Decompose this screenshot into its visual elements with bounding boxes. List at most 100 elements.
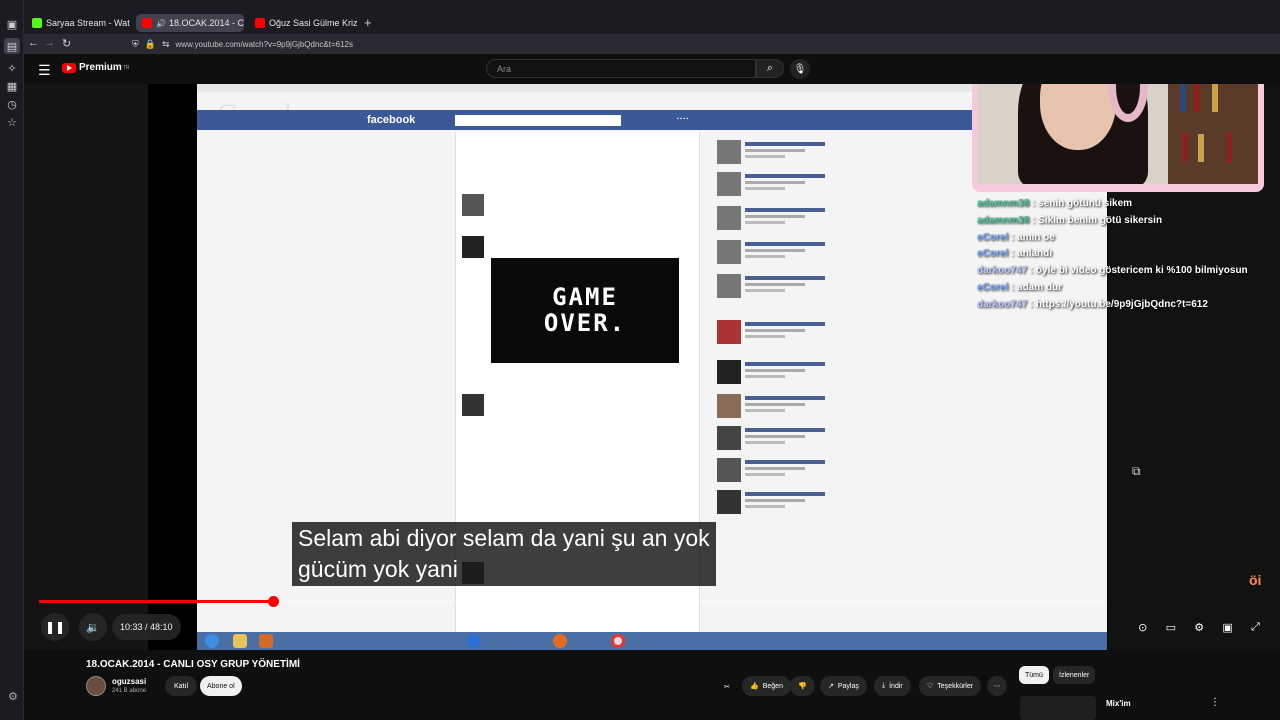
voice-search-button[interactable]: 🎙 bbox=[790, 59, 810, 79]
placeholder-line bbox=[745, 187, 785, 190]
progress-scrubber[interactable] bbox=[267, 596, 279, 607]
speaker-icon[interactable]: 🔊 bbox=[156, 19, 166, 28]
chat-message: eCorel : amın oe bbox=[977, 231, 1055, 243]
placeholder-line bbox=[745, 499, 805, 502]
permissions-icon[interactable]: ⇆ bbox=[162, 39, 170, 50]
recorded-windows-taskbar bbox=[197, 632, 1107, 650]
youtube-logo[interactable]: Premium TR bbox=[62, 62, 129, 73]
thanks-button[interactable]: ♡ Teşekkürler bbox=[919, 676, 982, 696]
group-thumbnail bbox=[717, 206, 741, 230]
game-over-image: GAME OVER. bbox=[491, 258, 679, 363]
tab-youtube-active[interactable]: 🔊 18.OCAK.2014 - CANLI OSY ✕ bbox=[136, 14, 244, 32]
theater-mode-icon[interactable]: ▣ bbox=[1222, 621, 1232, 634]
player-right-controls: ⊙ ▭ ⚙ ▣ ⤢ bbox=[1129, 614, 1269, 640]
recommended-thumbnail[interactable] bbox=[1020, 696, 1096, 720]
chat-message: darkoo747 : öyle bi video göstericem ki … bbox=[977, 265, 1248, 277]
channel-name[interactable]: oguzsasi bbox=[112, 677, 146, 686]
placeholder-line bbox=[745, 403, 805, 406]
placeholder-line bbox=[745, 505, 785, 508]
menu-icon[interactable]: ☰ bbox=[38, 62, 51, 79]
chat-username: darkoo747 bbox=[977, 298, 1028, 310]
recommended-more-icon[interactable]: ⋮ bbox=[1210, 697, 1220, 708]
dislike-button[interactable]: 👎 bbox=[790, 676, 815, 696]
progress-bar[interactable] bbox=[39, 596, 1107, 607]
chip-all[interactable]: Tümü bbox=[1019, 666, 1049, 684]
url-bar[interactable]: ⛨ 🔒 ⇆ www.youtube.com/watch?v=9p9jGjbQdn… bbox=[132, 36, 962, 52]
placeholder-line bbox=[745, 242, 825, 246]
game-over-line2: OVER. bbox=[543, 308, 627, 337]
placeholder-line bbox=[745, 441, 785, 444]
back-icon[interactable]: ← bbox=[28, 37, 39, 49]
video-player[interactable]: Google facebook ▪ ▪ ▪ ▪ GAMEOVER. bbox=[24, 84, 1280, 650]
post-avatar bbox=[462, 394, 484, 416]
chat-message: adamnm38 : senin götünü sikem bbox=[977, 198, 1133, 209]
lock-icon[interactable]: 🔒 bbox=[145, 39, 156, 50]
friend-thumbnail bbox=[717, 394, 741, 418]
caption-line-2: gücüm yok yani bbox=[298, 556, 458, 582]
placeholder-line bbox=[1182, 132, 1188, 162]
group-suggestion bbox=[717, 172, 835, 198]
fullscreen-icon[interactable]: ⤢ bbox=[1251, 621, 1260, 634]
search-input[interactable]: Ara bbox=[486, 59, 756, 78]
placeholder-line bbox=[745, 335, 785, 338]
placeholder-line bbox=[745, 467, 805, 470]
clip-icon: ✂ bbox=[724, 684, 730, 691]
settings-gear-icon[interactable]: ⚙ bbox=[1194, 621, 1204, 634]
chat-username: eCorel bbox=[977, 231, 1009, 243]
tab-kick-stream[interactable]: Saryaa Stream - Watch Live on ✕ bbox=[26, 14, 130, 32]
star-icon[interactable]: ☆ bbox=[4, 114, 20, 130]
join-button[interactable]: Katıl bbox=[165, 676, 198, 696]
download-icon: ⤓ bbox=[882, 682, 886, 689]
bookmarks-icon[interactable]: ▦ bbox=[4, 78, 20, 94]
tab-title: 18.OCAK.2014 - CANLI OSY bbox=[168, 18, 244, 28]
channel-avatar[interactable] bbox=[86, 676, 106, 696]
download-button[interactable]: ⤓ İndir bbox=[874, 676, 911, 696]
tab-youtube-other[interactable]: Oğuz Sasi Gülme Krizine Girdi - ✕ bbox=[249, 14, 357, 32]
history-icon[interactable]: ◷ bbox=[4, 96, 20, 112]
folder-icon bbox=[233, 634, 247, 648]
more-actions-button[interactable]: ⋯ bbox=[987, 676, 1007, 696]
share-icon: ↗ bbox=[828, 683, 834, 690]
youtube-header: ☰ Premium TR Ara ⌕ 🎙 bbox=[24, 54, 1280, 84]
sidebar-toggle-icon[interactable]: ▤ bbox=[4, 38, 20, 54]
youtube-favicon-icon bbox=[142, 18, 152, 28]
picture-in-picture-icon[interactable]: ⧉ bbox=[1132, 464, 1141, 479]
share-button[interactable]: ↗ Paylaş bbox=[820, 676, 867, 696]
more-icon: ⋯ bbox=[993, 683, 1001, 690]
placeholder-line bbox=[1226, 132, 1232, 162]
autoplay-toggle-icon[interactable]: ⊙ bbox=[1138, 621, 1147, 634]
pause-button[interactable]: ❚❚ bbox=[41, 613, 69, 641]
forward-icon[interactable]: → bbox=[44, 37, 55, 49]
recommended-title[interactable]: Mix'im bbox=[1106, 699, 1131, 708]
placeholder-line bbox=[745, 375, 785, 378]
time-display: 10:33 / 48:10 bbox=[112, 614, 181, 640]
ie-icon bbox=[467, 634, 481, 648]
post-avatar bbox=[462, 236, 484, 258]
new-tab-button[interactable]: + bbox=[364, 15, 372, 30]
webcam-feed bbox=[978, 84, 1258, 184]
facebook-nav-links: ▪ ▪ ▪ ▪ bbox=[677, 116, 689, 122]
download-label: İndir bbox=[889, 682, 903, 690]
shield-icon[interactable]: ⛨ bbox=[132, 39, 139, 50]
volume-button[interactable]: 🔉 bbox=[79, 613, 107, 641]
placeholder-line bbox=[745, 396, 825, 400]
reload-icon[interactable]: ↻ bbox=[62, 37, 71, 50]
game-over-line1: GAME bbox=[552, 283, 618, 312]
media-icon bbox=[259, 634, 273, 648]
thanks-icon: ♡ bbox=[927, 683, 934, 690]
browser-sidebar: ▣ ▤ ✧ ▦ ◷ ☆ bbox=[0, 0, 24, 720]
tabs-icon[interactable]: ▣ bbox=[4, 16, 20, 32]
facebook-logo: facebook bbox=[367, 114, 416, 126]
browser-settings-icon[interactable]: ⚙ bbox=[8, 690, 18, 703]
chat-overlay: adamnm38 : senin götünü sikem adamnm38 :… bbox=[977, 196, 1277, 314]
subscribe-button[interactable]: Abone ol bbox=[200, 676, 242, 696]
chip-watched[interactable]: İzlenenler bbox=[1053, 666, 1096, 684]
chat-username: eCorel bbox=[977, 248, 1009, 260]
clip-button[interactable]: ✂ bbox=[724, 677, 742, 697]
tab-strip: Saryaa Stream - Watch Live on ✕ 🔊 18.OCA… bbox=[24, 0, 1280, 34]
search-button[interactable]: ⌕ bbox=[756, 59, 784, 78]
subtitles-icon[interactable]: ▭ bbox=[1166, 621, 1176, 634]
like-button[interactable]: 👍 Beğen bbox=[742, 676, 791, 696]
extensions-icon[interactable]: ✧ bbox=[4, 60, 20, 76]
chat-username: adamnm38 bbox=[977, 214, 1030, 226]
